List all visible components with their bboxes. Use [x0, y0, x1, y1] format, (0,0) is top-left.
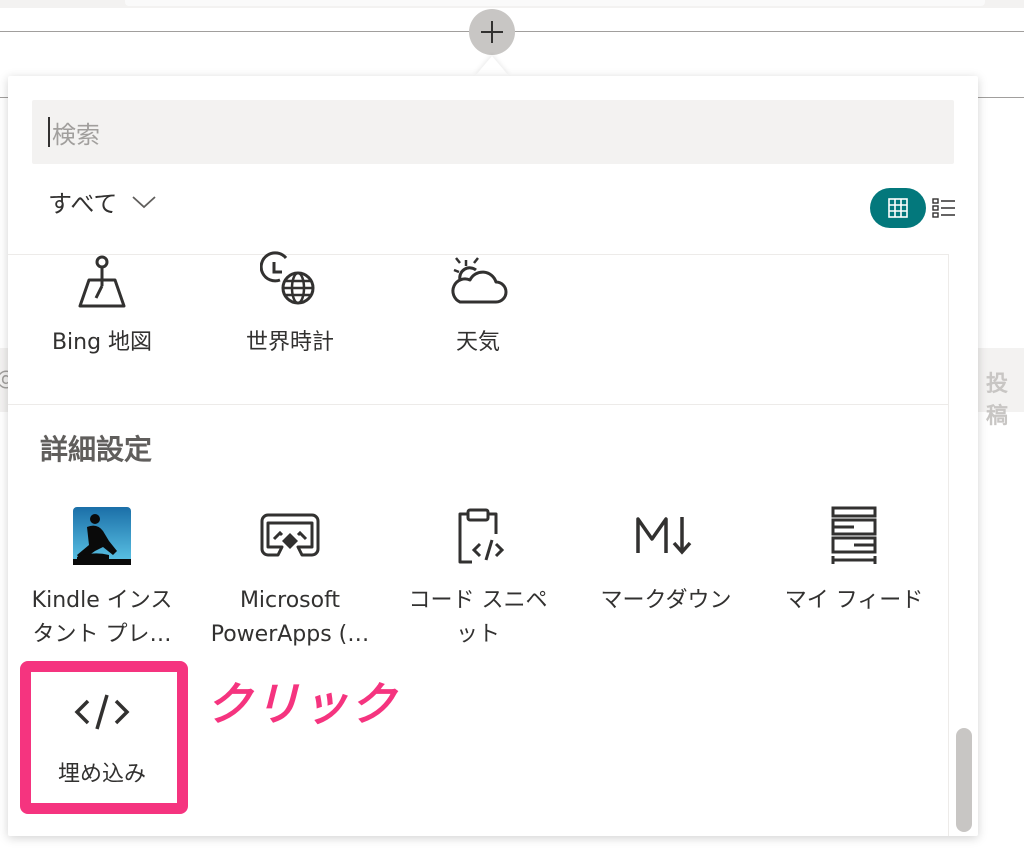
tile-my-feed[interactable]: マイ フィード [760, 504, 948, 618]
tile-world-clock[interactable]: 世界時計 [196, 248, 384, 360]
tile-weather[interactable]: 天気 [384, 248, 572, 360]
chevron-down-icon [132, 195, 156, 208]
powerapps-icon [260, 513, 320, 557]
my-feed-icon [831, 506, 877, 564]
filter-dropdown[interactable]: すべて [48, 184, 157, 219]
tile-label: 世界時計 [245, 330, 334, 355]
tile-label-line2: PowerApps (… [210, 622, 370, 647]
tile-label: Bing 地図 [51, 330, 153, 355]
tile-label-line2: タント プレ… [32, 622, 172, 647]
scrollbar-thumb[interactable] [956, 728, 972, 832]
tile-label-line1: マイ フィード [784, 588, 924, 613]
plus-icon [481, 21, 503, 43]
grid-icon [888, 198, 908, 218]
search-placeholder: 検索 [52, 120, 100, 149]
tile-label: 天気 [455, 330, 500, 355]
annotation-click-label: クリック [206, 677, 398, 731]
add-webpart-button[interactable] [469, 9, 515, 55]
page-top-bar [0, 0, 1024, 8]
tile-kindle[interactable]: Kindle インス タント プレ… [8, 504, 196, 652]
tile-markdown[interactable]: マークダウン [572, 504, 760, 618]
panel-beak [475, 56, 509, 76]
text-caret [48, 117, 50, 147]
section-title-advanced: 詳細設定 [40, 433, 153, 466]
tile-label-line1: Kindle インス [31, 588, 173, 613]
tile-code-snippet[interactable]: コード スニペ ット [384, 504, 572, 652]
world-clock-icon [260, 251, 315, 305]
tile-label-line1: マークダウン [600, 588, 732, 613]
scroll-track [948, 254, 949, 836]
search-input[interactable]: 検索 [32, 100, 954, 164]
markdown-icon [636, 517, 692, 555]
filter-label: すべて [48, 190, 118, 218]
tile-bing-map[interactable]: Bing 地図 [8, 248, 196, 360]
tile-label-line1: コード スニペ [408, 588, 548, 613]
kindle-icon [73, 507, 131, 565]
list-view-icon[interactable] [932, 196, 956, 220]
grid-view-button[interactable] [870, 188, 926, 228]
code-snippet-icon [458, 508, 505, 564]
section-divider [8, 404, 948, 405]
highlight-box [20, 661, 188, 814]
background-text-right: 投稿 [986, 372, 1009, 429]
map-pin-icon [78, 255, 126, 308]
weather-icon [451, 257, 508, 304]
tile-label-line2: ット [455, 622, 500, 647]
tile-label-line1: Microsoft [239, 588, 341, 613]
tile-powerapps[interactable]: Microsoft PowerApps (… [196, 504, 384, 652]
